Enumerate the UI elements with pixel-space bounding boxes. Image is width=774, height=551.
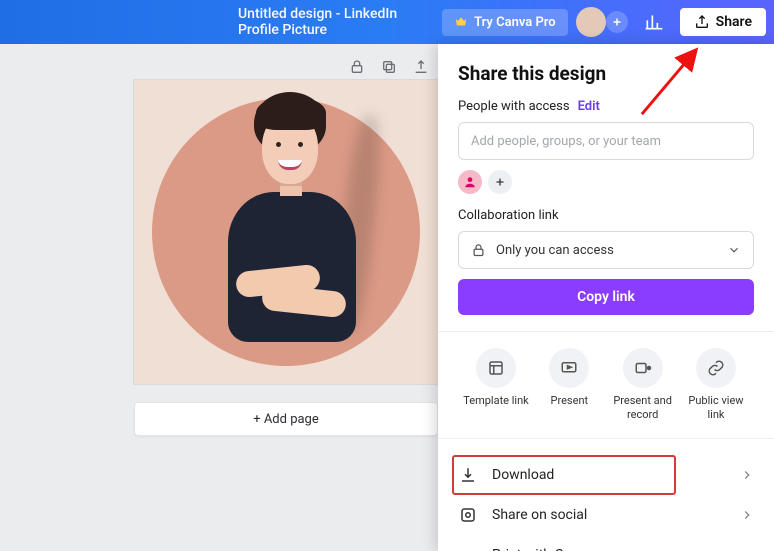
- public-link-tile[interactable]: Public view link: [680, 348, 752, 422]
- download-item[interactable]: Download: [452, 455, 676, 495]
- truck-icon: [458, 546, 478, 551]
- print-with-canva-item[interactable]: Print with Canva: [458, 535, 754, 551]
- share-on-social-item[interactable]: Share on social: [458, 495, 754, 535]
- present-record-tile[interactable]: Present and record: [607, 348, 679, 422]
- edit-access-link[interactable]: Edit: [578, 99, 600, 114]
- public-link-label: Public view link: [680, 394, 752, 422]
- share-button[interactable]: Share: [680, 8, 766, 36]
- add-person-chip[interactable]: [488, 170, 512, 194]
- social-icon: [458, 506, 478, 524]
- template-link-tile[interactable]: Template link: [460, 348, 532, 422]
- people-with-access-label: People with access: [458, 99, 570, 114]
- present-record-label: Present and record: [607, 394, 679, 422]
- chevron-right-icon: [740, 548, 754, 551]
- share-panel-title: Share this design: [458, 62, 754, 85]
- share-tiles-row: Template link Present Present and record…: [458, 348, 754, 422]
- template-icon: [487, 359, 505, 377]
- download-icon: [458, 466, 478, 484]
- share-button-label: Share: [716, 14, 752, 30]
- lock-icon: [471, 243, 486, 258]
- insights-button[interactable]: [636, 4, 672, 40]
- editor-workspace: + Add page Share this design People with…: [0, 44, 774, 551]
- link-access-select[interactable]: Only you can access: [458, 231, 754, 269]
- person-photo: [194, 86, 394, 380]
- add-page-button[interactable]: + Add page: [134, 402, 438, 436]
- people-with-access-row: People with access Edit: [458, 99, 754, 114]
- export-icon[interactable]: [412, 58, 430, 76]
- user-avatar[interactable]: [576, 7, 606, 37]
- divider: [438, 331, 774, 332]
- present-tile[interactable]: Present: [533, 348, 605, 422]
- divider: [438, 438, 774, 439]
- chevron-right-icon: [740, 468, 754, 482]
- duplicate-icon[interactable]: [380, 58, 398, 76]
- record-icon: [634, 359, 652, 377]
- document-title[interactable]: Untitled design - LinkedIn Profile Pictu…: [8, 6, 434, 38]
- add-people-input[interactable]: [458, 122, 754, 160]
- crown-icon: [454, 15, 468, 29]
- link-access-value: Only you can access: [496, 243, 614, 258]
- copy-link-button[interactable]: Copy link: [458, 279, 754, 315]
- share-actions-list: Download Share on social Print with Canv…: [458, 455, 754, 551]
- chevron-down-icon: [727, 243, 741, 257]
- share-on-social-label: Share on social: [492, 507, 587, 523]
- try-canva-pro-button[interactable]: Try Canva Pro: [442, 9, 568, 36]
- owner-avatar[interactable]: [458, 170, 482, 194]
- download-label: Download: [492, 467, 554, 483]
- present-label: Present: [551, 394, 589, 408]
- collab-link-label: Collaboration link: [458, 208, 754, 223]
- chevron-right-icon: [740, 508, 754, 522]
- add-page-label: + Add page: [253, 412, 319, 427]
- share-panel: Share this design People with access Edi…: [438, 44, 774, 551]
- present-icon: [560, 359, 578, 377]
- try-pro-label: Try Canva Pro: [474, 15, 556, 30]
- add-collaborator-button[interactable]: [606, 11, 628, 33]
- top-bar: Untitled design - LinkedIn Profile Pictu…: [0, 0, 774, 44]
- lock-icon[interactable]: [348, 58, 366, 76]
- link-icon: [707, 359, 725, 377]
- design-canvas[interactable]: [134, 80, 438, 384]
- template-link-label: Template link: [463, 394, 529, 408]
- share-icon: [694, 14, 710, 30]
- canvas-tool-row: [348, 58, 430, 76]
- print-with-canva-label: Print with Canva: [492, 547, 593, 551]
- shared-avatars-row: [458, 170, 754, 194]
